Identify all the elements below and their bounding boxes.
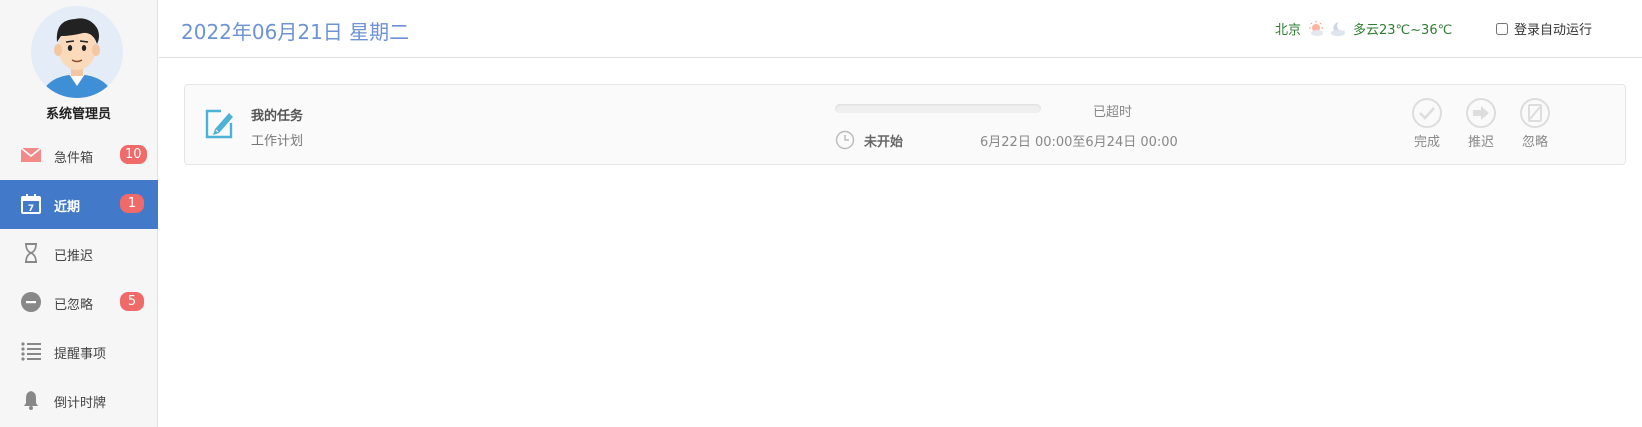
count-badge: 10 (120, 145, 147, 164)
sun-cloud-icon (1309, 20, 1324, 36)
bell-icon (24, 391, 38, 410)
sidebar-item-reminders[interactable]: 提醒事项 (0, 327, 158, 376)
autorun-label: 登录自动运行 (1514, 23, 1593, 38)
hourglass-icon (25, 243, 37, 263)
count-badge: 1 (120, 194, 144, 213)
task-title: 我的任务 (251, 109, 304, 124)
action-label: 完成 (1413, 135, 1440, 150)
avatar[interactable] (31, 6, 123, 98)
ignore-circle-icon (1520, 98, 1550, 128)
page-title: 2022年06月21日 星期二 (181, 20, 410, 44)
list-icon (21, 342, 41, 361)
complete-button[interactable]: 完成 (1405, 97, 1449, 150)
overdue-label: 已超时 (1093, 105, 1133, 120)
minus-circle-icon (21, 292, 41, 312)
sidebar-item-label: 急件箱 (54, 151, 94, 166)
task-progress-bar (835, 104, 1041, 113)
count-badge: 5 (120, 292, 144, 311)
action-label: 忽略 (1521, 135, 1548, 150)
autorun-checkbox[interactable] (1496, 22, 1508, 35)
task-subtitle: 工作计划 (251, 134, 304, 149)
sidebar-item-countdown[interactable]: 倒计时牌 (0, 376, 158, 425)
postpone-button[interactable]: 推迟 (1459, 97, 1503, 150)
check-circle-icon (1412, 98, 1442, 128)
sidebar-item-label: 提醒事项 (54, 347, 107, 362)
sidebar-item-urgent[interactable]: 急件箱 10 (0, 131, 158, 180)
clock-icon (835, 130, 855, 150)
task-status: 未开始 (864, 135, 904, 150)
calendar-icon: 7 (21, 194, 41, 214)
header: 2022年06月21日 星期二 北京 多云23℃~36℃ 登录自动运行 (159, 0, 1642, 58)
username: 系统管理员 (45, 107, 111, 122)
sidebar-item-postponed[interactable]: 已推迟 (0, 229, 158, 278)
moon-cloud-icon (1331, 21, 1346, 36)
task-card[interactable]: 我的任务 工作计划 已超时 未开始 6月22日 00:00至6月24日 00:0… (184, 84, 1626, 165)
weather-text: 多云23℃~36℃ (1353, 23, 1453, 38)
sidebar-item-label: 已忽略 (54, 298, 94, 313)
action-label: 推迟 (1467, 135, 1494, 150)
autorun-option[interactable]: 登录自动运行 (1496, 19, 1592, 38)
sidebar-item-label: 倒计时牌 (54, 396, 107, 411)
ignore-button[interactable]: 忽略 (1513, 97, 1557, 150)
arrow-right-circle-icon (1466, 98, 1496, 128)
sidebar: 系统管理员 急件箱 10 7 近期 1 已推迟 已忽略 5 提醒事项 倒计时牌 (0, 0, 158, 427)
edit-task-icon (205, 109, 233, 139)
sidebar-item-recent[interactable]: 7 近期 1 (0, 180, 158, 229)
weather-widget: 北京 多云23℃~36℃ (1275, 19, 1452, 38)
avatar-icon (31, 6, 123, 98)
envelope-icon (20, 147, 42, 162)
task-time-range: 6月22日 00:00至6月24日 00:00 (980, 135, 1178, 150)
sidebar-item-ignored[interactable]: 已忽略 5 (0, 278, 158, 327)
sidebar-item-label: 近期 (54, 200, 81, 215)
svg-text:7: 7 (28, 204, 34, 214)
profile: 系统管理员 (0, 0, 157, 131)
sidebar-item-label: 已推迟 (54, 249, 94, 264)
weather-city: 北京 (1275, 23, 1302, 38)
